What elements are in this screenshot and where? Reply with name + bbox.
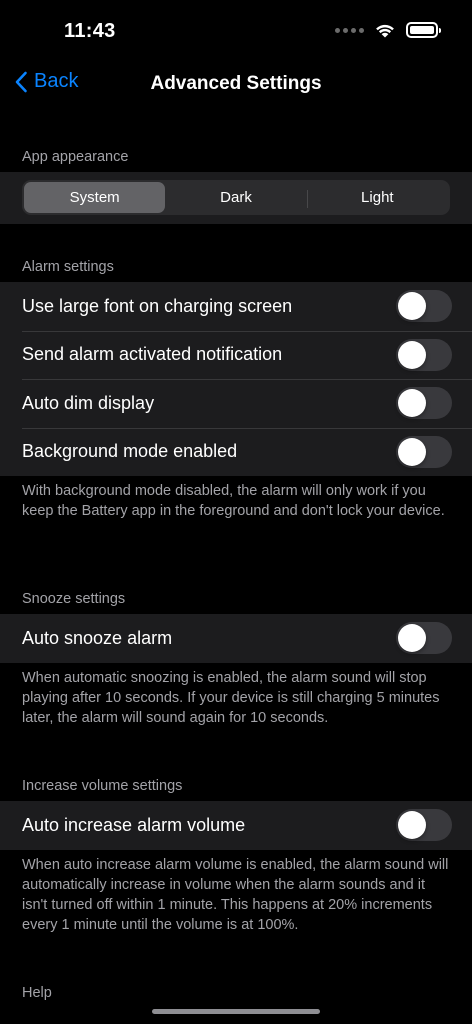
alarm-settings-footer: With background mode disabled, the alarm…: [22, 483, 445, 519]
row-auto-dim: Auto dim display: [0, 379, 472, 428]
row-label: Background mode enabled: [22, 441, 238, 462]
row-label: Auto snooze alarm: [22, 627, 173, 648]
background-mode-toggle[interactable]: [396, 435, 452, 468]
row-alarm-notification: Send alarm activated notification: [0, 330, 472, 380]
page-title: Advanced Settings: [150, 73, 322, 94]
segment-light[interactable]: Light: [306, 182, 448, 213]
appearance-segmented-control: System Dark Light: [22, 180, 450, 215]
auto-dim-toggle[interactable]: [396, 387, 452, 419]
volume-settings-footer: When auto increase alarm volume is enabl…: [22, 857, 449, 933]
status-time: 11:43: [64, 20, 116, 42]
auto-increase-volume-toggle[interactable]: [396, 809, 452, 841]
home-indicator[interactable]: [152, 1009, 320, 1014]
section-header-alarm-settings: Alarm settings: [22, 259, 114, 275]
status-icons: [335, 22, 441, 38]
volume-settings-group: Auto increase alarm volume: [0, 801, 472, 850]
battery-icon: [406, 22, 441, 38]
alarm-settings-group: Use large font on charging screen Send a…: [0, 282, 472, 476]
appearance-group: System Dark Light: [0, 172, 472, 224]
status-bar: 11:43: [0, 0, 472, 60]
auto-snooze-toggle[interactable]: [396, 622, 452, 654]
wifi-icon: [376, 24, 394, 38]
section-header-volume-settings: Increase volume settings: [22, 778, 183, 794]
snooze-settings-footer: When automatic snoozing is enabled, the …: [22, 670, 440, 726]
row-label: Use large font on charging screen: [22, 295, 293, 316]
row-label: Auto dim display: [22, 392, 155, 413]
section-header-snooze-settings: Snooze settings: [22, 591, 126, 607]
snooze-settings-group: Auto snooze alarm: [0, 614, 472, 663]
row-auto-snooze: Auto snooze alarm: [0, 614, 472, 663]
row-background-mode: Background mode enabled: [0, 427, 472, 477]
section-header-help: Help: [22, 985, 52, 1001]
row-auto-increase-volume: Auto increase alarm volume: [0, 801, 472, 850]
row-label: Send alarm activated notification: [22, 344, 283, 365]
large-font-toggle[interactable]: [396, 290, 452, 322]
row-label: Auto increase alarm volume: [22, 814, 246, 835]
cellular-signal-icon: [335, 27, 364, 33]
section-header-app-appearance: App appearance: [22, 149, 129, 165]
alarm-notification-toggle[interactable]: [396, 338, 452, 371]
segment-system[interactable]: System: [24, 182, 166, 213]
row-large-font: Use large font on charging screen: [0, 282, 472, 331]
segment-dark[interactable]: Dark: [165, 182, 306, 213]
navigation-bar: Back Advanced Settings: [0, 60, 472, 108]
